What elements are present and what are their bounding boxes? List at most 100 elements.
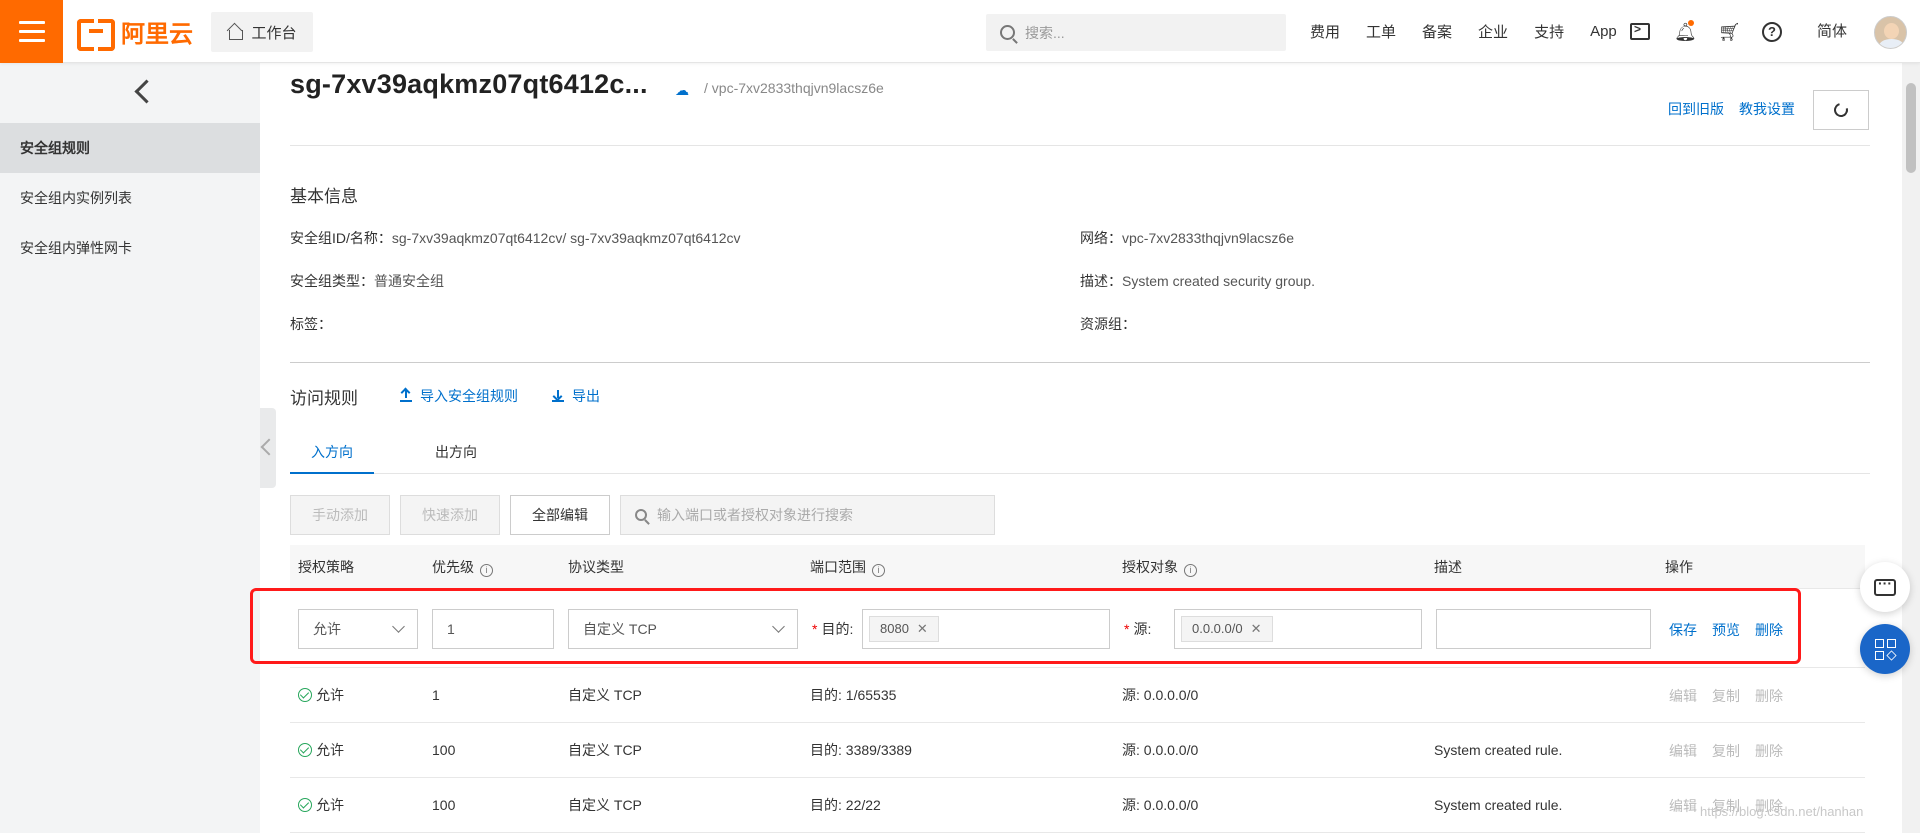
priority-cell: 100 [432, 742, 456, 758]
table-row: 允许 100 自定义 TCP 目的: 22/22 源: 0.0.0.0/0 Sy… [290, 778, 1865, 833]
chat-icon [1874, 575, 1896, 596]
import-rules-link[interactable]: 导入安全组规则 [400, 386, 518, 406]
refresh-button[interactable] [1813, 90, 1869, 130]
copy-button[interactable]: 复制 [1712, 741, 1740, 761]
description-cell: System created rule. [1434, 797, 1563, 813]
sg-id-value: sg-7xv39aqkmz07qt6412cv/ sg-7xv39aqkmz07… [391, 230, 741, 246]
quick-add-button[interactable]: 快速添加 [400, 495, 500, 535]
nav-link-enterprise[interactable]: 企业 [1478, 21, 1508, 42]
edit-button[interactable]: 编辑 [1669, 686, 1697, 706]
priority-cell: 1 [432, 687, 440, 703]
delete-button[interactable]: 删除 [1755, 741, 1783, 761]
language-switch[interactable]: 简体 [1817, 0, 1847, 63]
manual-add-button[interactable]: 手动添加 [290, 495, 390, 535]
row-actions: 编辑 复制 删除 [1669, 741, 1783, 761]
description-cell: System created rule. [1434, 742, 1563, 758]
terminal-icon[interactable] [1630, 22, 1650, 40]
tab-inbound[interactable]: 入方向 [290, 432, 374, 474]
nav-link-app[interactable]: App [1590, 23, 1617, 40]
basic-info-heading: 基本信息 [290, 187, 358, 206]
aliyun-logo-icon [77, 19, 115, 51]
divider [290, 145, 1870, 146]
workbench-button[interactable]: 工作台 [211, 12, 313, 52]
network-row: 网络：vpc-7xv2833thqjvn9lacsz6e [1080, 228, 1294, 248]
help-icon[interactable]: ? [1762, 21, 1782, 42]
chat-float-button[interactable] [1860, 562, 1910, 612]
col-actions: 操作 [1665, 559, 1693, 575]
sg-id-label: 安全组ID/名称： [290, 230, 392, 246]
global-search-input[interactable]: 搜索... [986, 14, 1286, 51]
nav-link-icp[interactable]: 备案 [1422, 21, 1452, 42]
check-circle-icon [298, 798, 312, 812]
port-cell: 目的: 1/65535 [810, 687, 897, 703]
search-placeholder: 搜索... [1025, 24, 1065, 41]
logo[interactable]: 阿里云 [77, 16, 193, 51]
table-row: 允许 100 自定义 TCP 目的: 3389/3389 源: 0.0.0.0/… [290, 723, 1865, 778]
network-value: vpc-7xv2833thqjvn9lacsz6e [1122, 230, 1294, 246]
watermark: https://blog.csdn.net/hanhan [1700, 804, 1864, 819]
notification-dot [1688, 19, 1694, 26]
export-link[interactable]: 导出 [552, 386, 600, 406]
cart-icon[interactable]: 🛒︎ [1718, 22, 1741, 42]
tag-label: 标签： [290, 316, 332, 332]
description-value: System created security group. [1122, 273, 1315, 289]
col-priority-label: 优先级 [432, 559, 474, 575]
sidebar-item-sg-rules[interactable]: 安全组规则 [0, 123, 260, 173]
menu-icon[interactable] [0, 0, 63, 63]
sidebar-item-sg-eni[interactable]: 安全组内弹性网卡 [0, 223, 260, 273]
table-header: 授权策略 优先级 i 协议类型 端口范围 i 授权对象 i 描述 操作 [290, 545, 1865, 589]
nav-link-fees[interactable]: 费用 [1310, 21, 1340, 42]
policy-cell: 允许 [298, 778, 344, 833]
check-circle-icon [298, 688, 312, 702]
col-port-range: 端口范围 i [810, 545, 885, 589]
col-description: 描述 [1434, 559, 1462, 575]
edit-button[interactable]: 编辑 [1669, 796, 1697, 816]
avatar[interactable] [1874, 16, 1907, 49]
sg-type-row: 安全组类型：普通安全组 [290, 271, 444, 291]
edit-all-button[interactable]: 全部编辑 [510, 495, 610, 535]
resource-group-label: 资源组： [1080, 316, 1136, 332]
tab-outbound[interactable]: 出方向 [416, 432, 496, 474]
tag-row: 标签： [290, 314, 332, 334]
download-icon [552, 390, 564, 402]
rule-search-input[interactable]: 输入端口或者授权对象进行搜索 [620, 495, 995, 535]
nav-link-tickets[interactable]: 工单 [1366, 21, 1396, 42]
info-icon[interactable]: i [872, 564, 885, 577]
back-to-old-version-link[interactable]: 回到旧版 [1668, 99, 1724, 119]
copy-button[interactable]: 复制 [1712, 686, 1740, 706]
teach-me-link[interactable]: 教我设置 [1739, 99, 1795, 119]
nav-link-support[interactable]: 支持 [1534, 21, 1564, 42]
workbench-label: 工作台 [251, 24, 297, 42]
col-protocol: 协议类型 [568, 559, 624, 575]
priority-cell: 100 [432, 797, 456, 813]
sg-type-value: 普通安全组 [374, 273, 444, 289]
vpc-subtitle[interactable]: / vpc-7xv2833thqjvn9lacsz6e [704, 80, 884, 96]
policy-cell: 允许 [298, 723, 344, 778]
row-actions: 编辑 复制 删除 [1669, 686, 1783, 706]
bell-icon[interactable]: 🔔︎ [1674, 19, 1697, 42]
highlight-annotation [250, 588, 1801, 664]
scroll-thumb[interactable] [1906, 83, 1916, 173]
edit-button[interactable]: 编辑 [1669, 741, 1697, 761]
protocol-cell: 自定义 TCP [568, 687, 642, 703]
cloud-icon[interactable]: ☁︎ [675, 82, 689, 99]
import-rules-label: 导入安全组规则 [420, 388, 518, 404]
check-circle-icon [298, 743, 312, 757]
col-auth-object-label: 授权对象 [1122, 559, 1178, 575]
description-row: 描述：System created security group. [1080, 271, 1315, 291]
policy-cell: 允许 [298, 668, 344, 723]
scrollbar[interactable] [1902, 63, 1920, 833]
direction-tabs: 入方向 出方向 [290, 432, 1870, 474]
export-label: 导出 [572, 388, 600, 404]
network-label: 网络： [1080, 230, 1122, 246]
delete-button[interactable]: 删除 [1755, 686, 1783, 706]
col-auth-object: 授权对象 i [1122, 545, 1197, 589]
apps-float-button[interactable] [1860, 624, 1910, 674]
info-icon[interactable]: i [480, 564, 493, 577]
sidebar-item-sg-instances[interactable]: 安全组内实例列表 [0, 173, 260, 223]
col-priority: 优先级 i [432, 545, 493, 589]
description-label: 描述： [1080, 273, 1122, 289]
info-icon[interactable]: i [1184, 564, 1197, 577]
page-title: sg-7xv39aqkmz07qt6412c... [290, 69, 648, 99]
back-chevron-icon[interactable] [131, 80, 153, 102]
